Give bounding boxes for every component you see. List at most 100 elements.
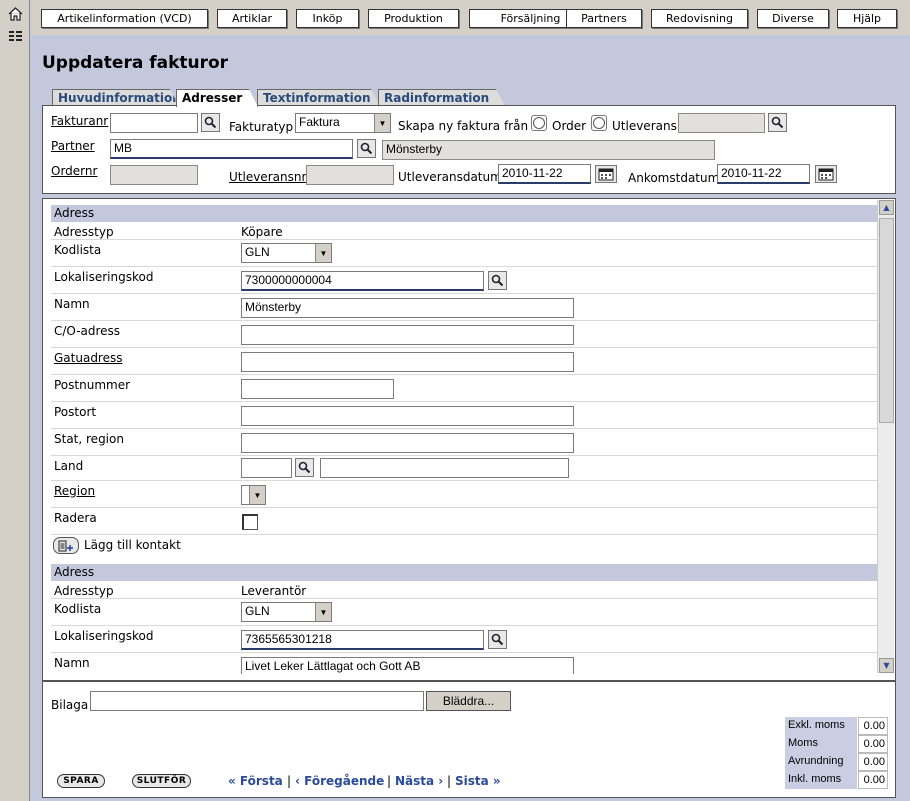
- postnummer-row: Postnummer: [51, 375, 879, 402]
- totals-label: Exkl. moms: [785, 717, 857, 735]
- calendar-icon[interactable]: [595, 165, 617, 183]
- co-adress-row: C/O-adress: [51, 321, 879, 348]
- namn-input[interactable]: Mönsterby: [241, 298, 574, 318]
- partner-input[interactable]: MB: [110, 139, 353, 159]
- browse-button[interactable]: Bläddra...: [426, 691, 511, 711]
- add-contact-row: Lägg till kontakt: [51, 535, 879, 557]
- menu-partners[interactable]: Partners: [566, 9, 642, 28]
- add-contact-icon[interactable]: [53, 537, 79, 554]
- utleverans-radio[interactable]: [591, 115, 607, 131]
- stat-region-input[interactable]: [241, 433, 574, 453]
- ankomstdatum-input[interactable]: 2010-11-22: [717, 164, 810, 184]
- page-title: Uppdatera fakturor: [42, 53, 229, 73]
- search-icon[interactable]: [488, 630, 507, 649]
- home-icon[interactable]: [7, 6, 24, 21]
- invoice-header-panel: Fakturanr Fakturatyp Faktura ▼ Skapa ny f…: [42, 105, 896, 194]
- gatuadress-label: Gatuadress: [54, 351, 123, 365]
- land-row: Land: [51, 456, 879, 481]
- utleverans-input[interactable]: [678, 113, 765, 133]
- tab-radinformation[interactable]: Radinformation: [378, 89, 505, 106]
- order-radio[interactable]: [531, 115, 547, 131]
- region-row: Region ▼: [51, 481, 879, 508]
- namn-label: Namn: [54, 656, 90, 670]
- adresstyp-label: Adresstyp: [54, 584, 114, 598]
- menu-artikelinformation[interactable]: Artikelinformation (VCD): [41, 9, 208, 28]
- totals-label: Avrundning: [785, 753, 857, 771]
- radera-checkbox[interactable]: [242, 514, 258, 530]
- tab-textinformation[interactable]: Textinformation: [257, 89, 380, 106]
- kodlista-value: GLN: [245, 604, 270, 618]
- kodlista-select[interactable]: GLN ▼: [241, 602, 332, 622]
- radera-label: Radera: [54, 511, 97, 525]
- lokaliseringskod-input[interactable]: 7300000000004: [241, 271, 484, 291]
- main-menu: Artikelinformation (VCD) Artiklar Inköp …: [31, 0, 910, 35]
- search-icon[interactable]: [488, 271, 507, 290]
- radera-row: Radera: [51, 508, 879, 535]
- order-label: Order: [552, 119, 587, 133]
- search-icon[interactable]: [295, 458, 314, 477]
- list-icon[interactable]: [7, 29, 24, 44]
- nav-prev-link[interactable]: ‹ Föregående: [295, 774, 384, 788]
- utleveransnr-input[interactable]: [306, 165, 394, 185]
- scroll-thumb[interactable]: [879, 218, 894, 423]
- nav-next-link[interactable]: Nästa ›: [395, 774, 443, 788]
- bilaga-input[interactable]: [90, 691, 424, 711]
- totals-value: 0.00: [858, 771, 888, 789]
- kodlista-row: Kodlista GLN ▼: [51, 599, 879, 626]
- scroll-up-icon[interactable]: ▲: [879, 200, 894, 215]
- kodlista-select[interactable]: GLN ▼: [241, 243, 332, 263]
- ordernr-label: Ordernr: [51, 164, 98, 178]
- calendar-icon[interactable]: [815, 165, 837, 183]
- address-section-header: Adress: [51, 564, 879, 581]
- adresstyp-row: Adresstyp Leverantör: [51, 581, 879, 599]
- namn-input[interactable]: Livet Leker Lättlagat och Gott AB: [241, 657, 574, 674]
- lokaliseringskod-input[interactable]: 7365565301218: [241, 630, 484, 650]
- address-scroll-area: Adress Adresstyp Köpare Kodlista GLN ▼ Lo…: [43, 199, 879, 674]
- tab-adresser[interactable]: Adresser: [176, 89, 258, 107]
- save-button[interactable]: SPARA: [57, 774, 105, 788]
- fakturatyp-select[interactable]: Faktura ▼: [295, 113, 391, 133]
- postort-input[interactable]: [241, 406, 574, 426]
- tab-huvudinformation[interactable]: Huvudinformation: [52, 89, 179, 106]
- menu-artiklar[interactable]: Artiklar: [217, 9, 287, 28]
- fakturanr-input[interactable]: [110, 113, 198, 133]
- postnummer-input[interactable]: [241, 379, 394, 399]
- totals-value: 0.00: [858, 735, 888, 753]
- lokaliseringskod-label: Lokaliseringskod: [54, 270, 154, 284]
- search-icon[interactable]: [201, 113, 220, 132]
- nav-last-link[interactable]: Sista »: [455, 774, 501, 788]
- namn-row: Namn Mönsterby: [51, 294, 879, 321]
- menu-diverse[interactable]: Diverse: [757, 9, 829, 28]
- main-content: Uppdatera fakturor Huvudinformation Adre…: [31, 35, 910, 801]
- utleveransdatum-input[interactable]: 2010-11-22: [498, 164, 591, 184]
- gatuadress-input[interactable]: [241, 352, 574, 372]
- menu-redovisning[interactable]: Redovisning: [651, 9, 748, 28]
- nav-separator: |: [447, 774, 452, 788]
- utleveransdatum-label: Utleveransdatum: [398, 170, 502, 184]
- postnummer-label: Postnummer: [54, 378, 131, 392]
- left-toolbar: [0, 0, 30, 801]
- menu-hjalp[interactable]: Hjälp: [837, 9, 897, 28]
- stat-region-row: Stat, region: [51, 429, 879, 456]
- add-contact-label[interactable]: Lägg till kontakt: [84, 538, 181, 552]
- fakturatyp-label: Fakturatyp: [229, 120, 294, 134]
- kodlista-row: Kodlista GLN ▼: [51, 240, 879, 267]
- menu-produktion[interactable]: Produktion: [368, 9, 459, 28]
- address-scrollbar[interactable]: ▲ ▼: [877, 200, 894, 673]
- scroll-down-icon[interactable]: ▼: [879, 658, 894, 673]
- co-adress-input[interactable]: [241, 325, 574, 345]
- search-icon[interactable]: [357, 139, 376, 158]
- menu-inkop[interactable]: Inköp: [296, 9, 359, 28]
- partner-name-field: Mönsterby: [382, 140, 715, 160]
- ordernr-input[interactable]: [110, 165, 198, 185]
- nav-separator: |: [387, 774, 392, 788]
- finish-button[interactable]: SLUTFÖR: [132, 774, 191, 788]
- nav-first-link[interactable]: « Första: [228, 774, 283, 788]
- land-name-input[interactable]: [320, 458, 569, 478]
- kodlista-label: Kodlista: [54, 243, 102, 257]
- region-select[interactable]: ▼: [241, 485, 266, 505]
- land-label: Land: [54, 459, 84, 473]
- namn-row: Namn Livet Leker Lättlagat och Gott AB: [51, 653, 879, 674]
- land-code-input[interactable]: [241, 458, 292, 478]
- search-icon[interactable]: [768, 113, 787, 132]
